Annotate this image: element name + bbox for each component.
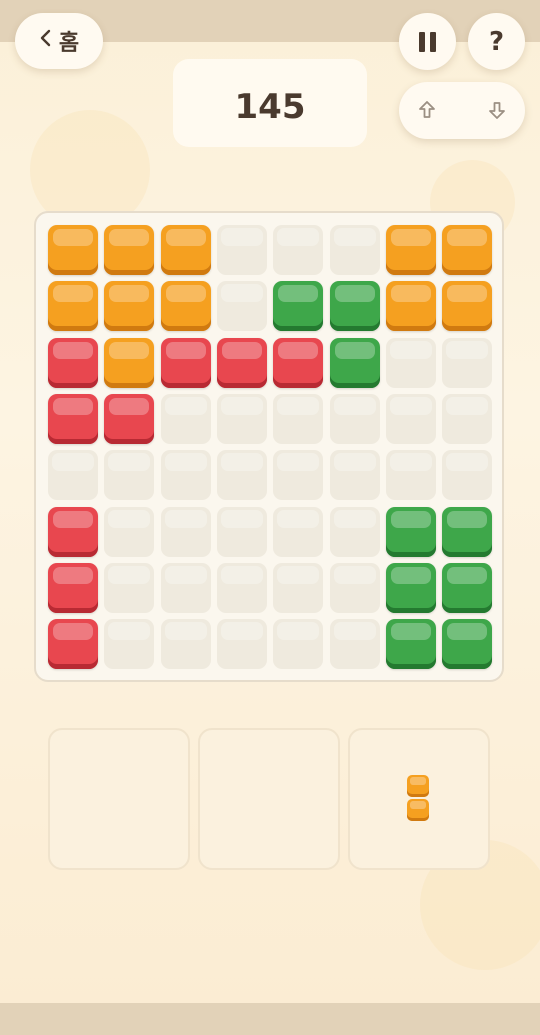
empty-cell xyxy=(442,450,493,501)
orange-block xyxy=(442,225,493,275)
empty-cell xyxy=(329,393,380,444)
orange-block xyxy=(48,225,98,275)
empty-cell xyxy=(273,619,324,670)
home-button[interactable]: 홈 xyxy=(15,13,103,69)
empty-cell xyxy=(160,393,211,444)
empty-cell xyxy=(329,450,380,501)
green-block xyxy=(442,506,493,557)
pause-icon xyxy=(419,31,436,52)
empty-cell xyxy=(216,450,267,501)
empty-cell xyxy=(273,562,324,613)
empty-cell xyxy=(329,225,380,275)
orange-block xyxy=(385,225,436,275)
arrow-up-icon[interactable] xyxy=(415,98,439,122)
orange-piece-block[interactable] xyxy=(407,799,429,821)
green-block xyxy=(273,281,324,332)
empty-cell xyxy=(273,450,324,501)
green-block xyxy=(442,619,493,670)
home-label: 홈 xyxy=(58,31,80,56)
score-value: 145 xyxy=(234,87,306,127)
orange-block xyxy=(48,281,98,332)
empty-cell xyxy=(216,393,267,444)
score-display: 145 xyxy=(173,59,367,147)
empty-cell xyxy=(48,450,98,501)
empty-cell xyxy=(104,506,155,557)
piece-tray-1[interactable] xyxy=(48,728,190,870)
empty-cell xyxy=(216,506,267,557)
orange-block xyxy=(160,281,211,332)
red-block xyxy=(48,337,98,388)
empty-cell xyxy=(442,337,493,388)
empty-cell xyxy=(273,506,324,557)
orange-block xyxy=(160,225,211,275)
help-button[interactable]: ? xyxy=(468,13,525,70)
bottom-bar xyxy=(0,1003,540,1035)
red-block xyxy=(48,619,98,670)
empty-cell xyxy=(160,506,211,557)
red-block xyxy=(48,562,98,613)
orange-block xyxy=(104,225,155,275)
empty-cell xyxy=(385,393,436,444)
orange-block xyxy=(104,337,155,388)
piece-tray-3[interactable] xyxy=(348,728,490,870)
arrow-down-icon[interactable] xyxy=(485,98,509,122)
red-block xyxy=(160,337,211,388)
empty-cell xyxy=(273,225,324,275)
chevron-left-icon xyxy=(39,28,53,54)
green-block xyxy=(329,337,380,388)
empty-cell xyxy=(385,337,436,388)
arrow-controls xyxy=(399,82,525,139)
game-board xyxy=(34,211,504,682)
empty-cell xyxy=(329,562,380,613)
empty-cell xyxy=(104,562,155,613)
empty-cell xyxy=(216,562,267,613)
red-block xyxy=(216,337,267,388)
empty-cell xyxy=(160,562,211,613)
empty-cell xyxy=(329,619,380,670)
question-icon: ? xyxy=(488,26,505,57)
red-block xyxy=(48,506,98,557)
orange-block xyxy=(104,281,155,332)
green-block xyxy=(385,562,436,613)
empty-cell xyxy=(442,393,493,444)
piece-tray-2[interactable] xyxy=(198,728,340,870)
empty-cell xyxy=(273,393,324,444)
empty-cell xyxy=(216,225,267,275)
empty-cell xyxy=(104,619,155,670)
empty-cell xyxy=(160,450,211,501)
orange-piece-block[interactable] xyxy=(407,775,429,797)
orange-block xyxy=(442,281,493,332)
empty-cell xyxy=(216,281,267,332)
green-block xyxy=(329,281,380,332)
green-block xyxy=(385,506,436,557)
empty-cell xyxy=(160,619,211,670)
empty-cell xyxy=(385,450,436,501)
red-block xyxy=(273,337,324,388)
red-block xyxy=(104,393,155,444)
empty-cell xyxy=(216,619,267,670)
empty-cell xyxy=(104,450,155,501)
green-block xyxy=(385,619,436,670)
pause-button[interactable] xyxy=(399,13,456,70)
red-block xyxy=(48,393,98,444)
empty-cell xyxy=(329,506,380,557)
orange-block xyxy=(385,281,436,332)
green-block xyxy=(442,562,493,613)
